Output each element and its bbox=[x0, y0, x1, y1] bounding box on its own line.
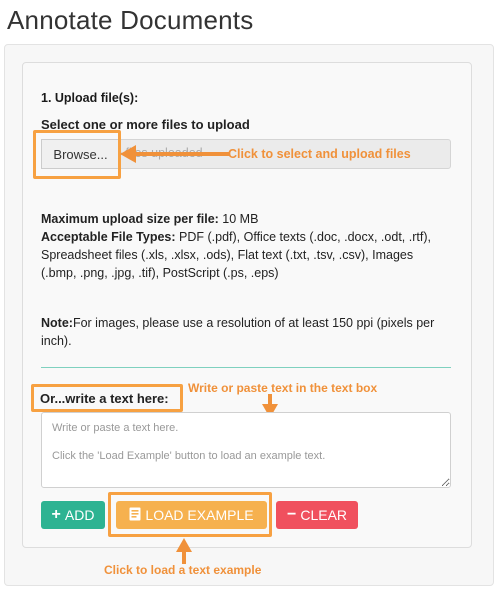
load-example-hint-text: Click to load a text example bbox=[104, 563, 262, 577]
browse-callout-box bbox=[33, 130, 121, 179]
load-example-callout-box bbox=[108, 492, 272, 537]
upload-hint-arrow bbox=[120, 145, 230, 163]
write-hint-text: Write or paste text in the text box bbox=[188, 381, 378, 395]
add-button-label: ADD bbox=[64, 507, 95, 523]
upload-section-heading: 1. Upload file(s): bbox=[41, 91, 139, 105]
section-divider bbox=[41, 367, 451, 368]
page-title: Annotate Documents bbox=[7, 5, 254, 35]
clear-button[interactable]: − CLEAR bbox=[276, 501, 358, 529]
write-callout-box bbox=[31, 384, 183, 412]
plus-icon: + bbox=[51, 506, 61, 523]
add-button[interactable]: + ADD bbox=[41, 501, 105, 529]
note-label: Note: bbox=[41, 316, 73, 330]
upload-info: Maximum upload size per file: 10 MB Acce… bbox=[41, 210, 446, 282]
max-size-label: Maximum upload size per file: bbox=[41, 212, 219, 226]
load-example-hint-arrow bbox=[176, 538, 192, 564]
upload-hint-text: Click to select and upload files bbox=[228, 147, 411, 161]
note-value: For images, please use a resolution of a… bbox=[41, 316, 435, 348]
clear-button-label: CLEAR bbox=[300, 507, 348, 523]
max-size-value: 10 MB bbox=[218, 212, 259, 226]
text-input-area[interactable] bbox=[41, 412, 451, 488]
file-types-label: Acceptable File Types: bbox=[41, 230, 176, 244]
minus-icon: − bbox=[286, 506, 297, 523]
resolution-note: Note:For images, please use a resolution… bbox=[41, 314, 446, 350]
